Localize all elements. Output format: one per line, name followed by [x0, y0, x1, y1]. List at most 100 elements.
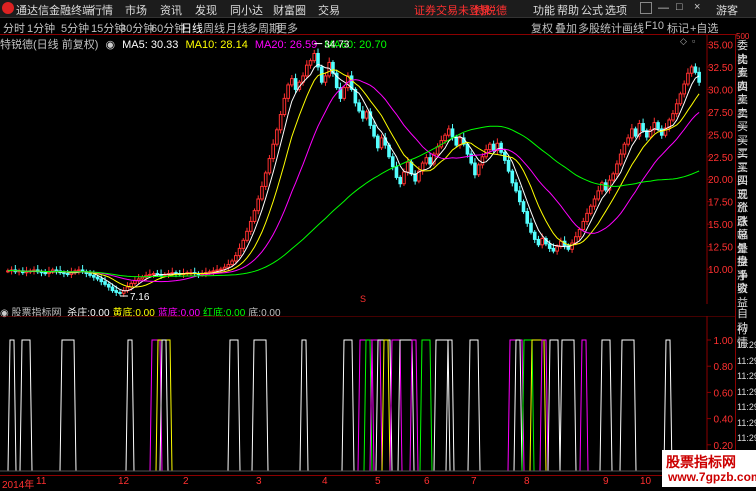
maximize-icon[interactable]: □	[676, 1, 683, 13]
candle-body	[390, 156, 395, 168]
app-logo-icon	[2, 2, 14, 14]
tool-f10[interactable]: F10	[645, 20, 664, 32]
signal-pulse	[381, 339, 391, 472]
signal-pulse	[19, 339, 33, 472]
candle-body	[151, 273, 156, 276]
signal-pulse	[513, 339, 523, 472]
signal-pulse	[155, 339, 173, 472]
signal-pulse	[619, 339, 637, 472]
kline-chart[interactable]: 35.00 32.50 30.00 27.50 25.00 22.50 20.00 17.50…	[0, 34, 735, 304]
menu-market[interactable]: 市场	[125, 2, 147, 18]
candle-body	[476, 164, 481, 176]
candle-body	[304, 64, 309, 77]
candle-body	[603, 182, 608, 191]
signal-pulse	[419, 339, 433, 472]
watermark: 股票指标网 www.7gpzb.com	[662, 450, 756, 487]
candle-body	[312, 52, 317, 62]
candle-body	[540, 238, 545, 246]
date-label: 11	[36, 476, 47, 487]
candle-body	[600, 182, 604, 192]
watermark-title: 股票指标网	[666, 454, 736, 470]
ma10-line	[7, 69, 700, 288]
price-axis-label: 12.50	[708, 243, 733, 254]
price-axis-label: 20.00	[708, 175, 733, 186]
signal-pulse	[467, 339, 481, 472]
candle-body	[671, 113, 675, 121]
candle-body	[290, 78, 294, 86]
candle-body	[510, 170, 515, 184]
date-label: 4	[322, 476, 328, 487]
candle-body	[491, 143, 496, 151]
candle-body	[454, 136, 459, 146]
candle-body	[275, 129, 279, 145]
menu-formula[interactable]: 公式	[581, 2, 603, 18]
candle-body	[361, 110, 365, 119]
candle-body	[323, 75, 328, 83]
candle-body	[615, 163, 619, 175]
menu-options[interactable]: 选项	[605, 2, 627, 18]
menu-help[interactable]: 帮助	[557, 2, 579, 18]
menu-market-quote[interactable]: 行情	[91, 2, 113, 18]
menu-news[interactable]: 资讯	[160, 2, 182, 18]
minimize-icon[interactable]: —	[658, 2, 669, 14]
menu-trade[interactable]: 交易	[318, 2, 340, 18]
window-icon[interactable]	[640, 2, 652, 14]
candle-body	[674, 103, 679, 115]
candle-body	[641, 123, 645, 132]
signal-pulse	[251, 339, 269, 472]
candle-body	[588, 205, 593, 214]
candle-body	[237, 247, 242, 257]
close-icon[interactable]: ×	[694, 1, 700, 13]
candle-body	[230, 260, 234, 266]
date-label: 2014年	[2, 480, 35, 491]
candle-body	[219, 268, 223, 271]
candle-body	[92, 274, 96, 278]
candle-body	[529, 222, 533, 233]
signal-pulse	[7, 339, 17, 472]
low-price-label: 7.16	[130, 292, 150, 303]
menu-discover[interactable]: 发现	[195, 2, 217, 18]
candle-body	[106, 283, 111, 288]
ma5-line	[7, 63, 700, 292]
candle-body	[611, 173, 615, 181]
candle-body	[148, 273, 152, 276]
price-axis-label: 32.50	[708, 63, 733, 74]
candle-body	[342, 87, 346, 99]
sub-axis-label: 0.60	[714, 388, 734, 399]
candle-body	[551, 247, 556, 252]
side-field-label: 收益	[737, 283, 748, 309]
candle-body	[626, 137, 630, 145]
candle-body	[110, 286, 115, 292]
candle-body	[286, 84, 290, 99]
menu-function[interactable]: 功能	[533, 2, 555, 18]
event-marker: S	[360, 294, 366, 304]
date-label: 2	[183, 476, 189, 487]
candle-body	[618, 153, 623, 165]
price-axis-label: 17.50	[708, 198, 733, 209]
indicator-chart[interactable]: 1.000.800.600.400.20	[0, 316, 735, 475]
candle-body	[375, 135, 380, 149]
signal-pulse	[341, 339, 355, 472]
menu-ask[interactable]: 同小达	[230, 2, 263, 18]
candle-body	[211, 270, 216, 273]
tick-time: 11:29	[737, 340, 756, 350]
signal-pulse	[59, 339, 77, 472]
tick-time: 11:29	[737, 386, 756, 397]
candle-body	[379, 137, 384, 149]
price-axis-label: 27.50	[708, 108, 733, 119]
candle-body	[581, 220, 586, 231]
signal-pulse	[299, 339, 309, 472]
menu-wealth-circle[interactable]: 财富圈	[273, 2, 306, 18]
candle-body	[133, 280, 137, 284]
candle-body	[140, 276, 145, 280]
date-label: 5	[375, 476, 381, 487]
price-axis-label: 15.00	[708, 220, 733, 231]
candle-body	[405, 161, 410, 173]
candle-body	[577, 229, 582, 238]
stock-name-label: 特锐德	[474, 5, 507, 17]
candle-body	[596, 190, 601, 200]
candle-body	[364, 111, 369, 119]
candle-body	[114, 290, 119, 293]
candle-body	[570, 242, 574, 250]
guest-user[interactable]: 游客	[716, 2, 738, 18]
